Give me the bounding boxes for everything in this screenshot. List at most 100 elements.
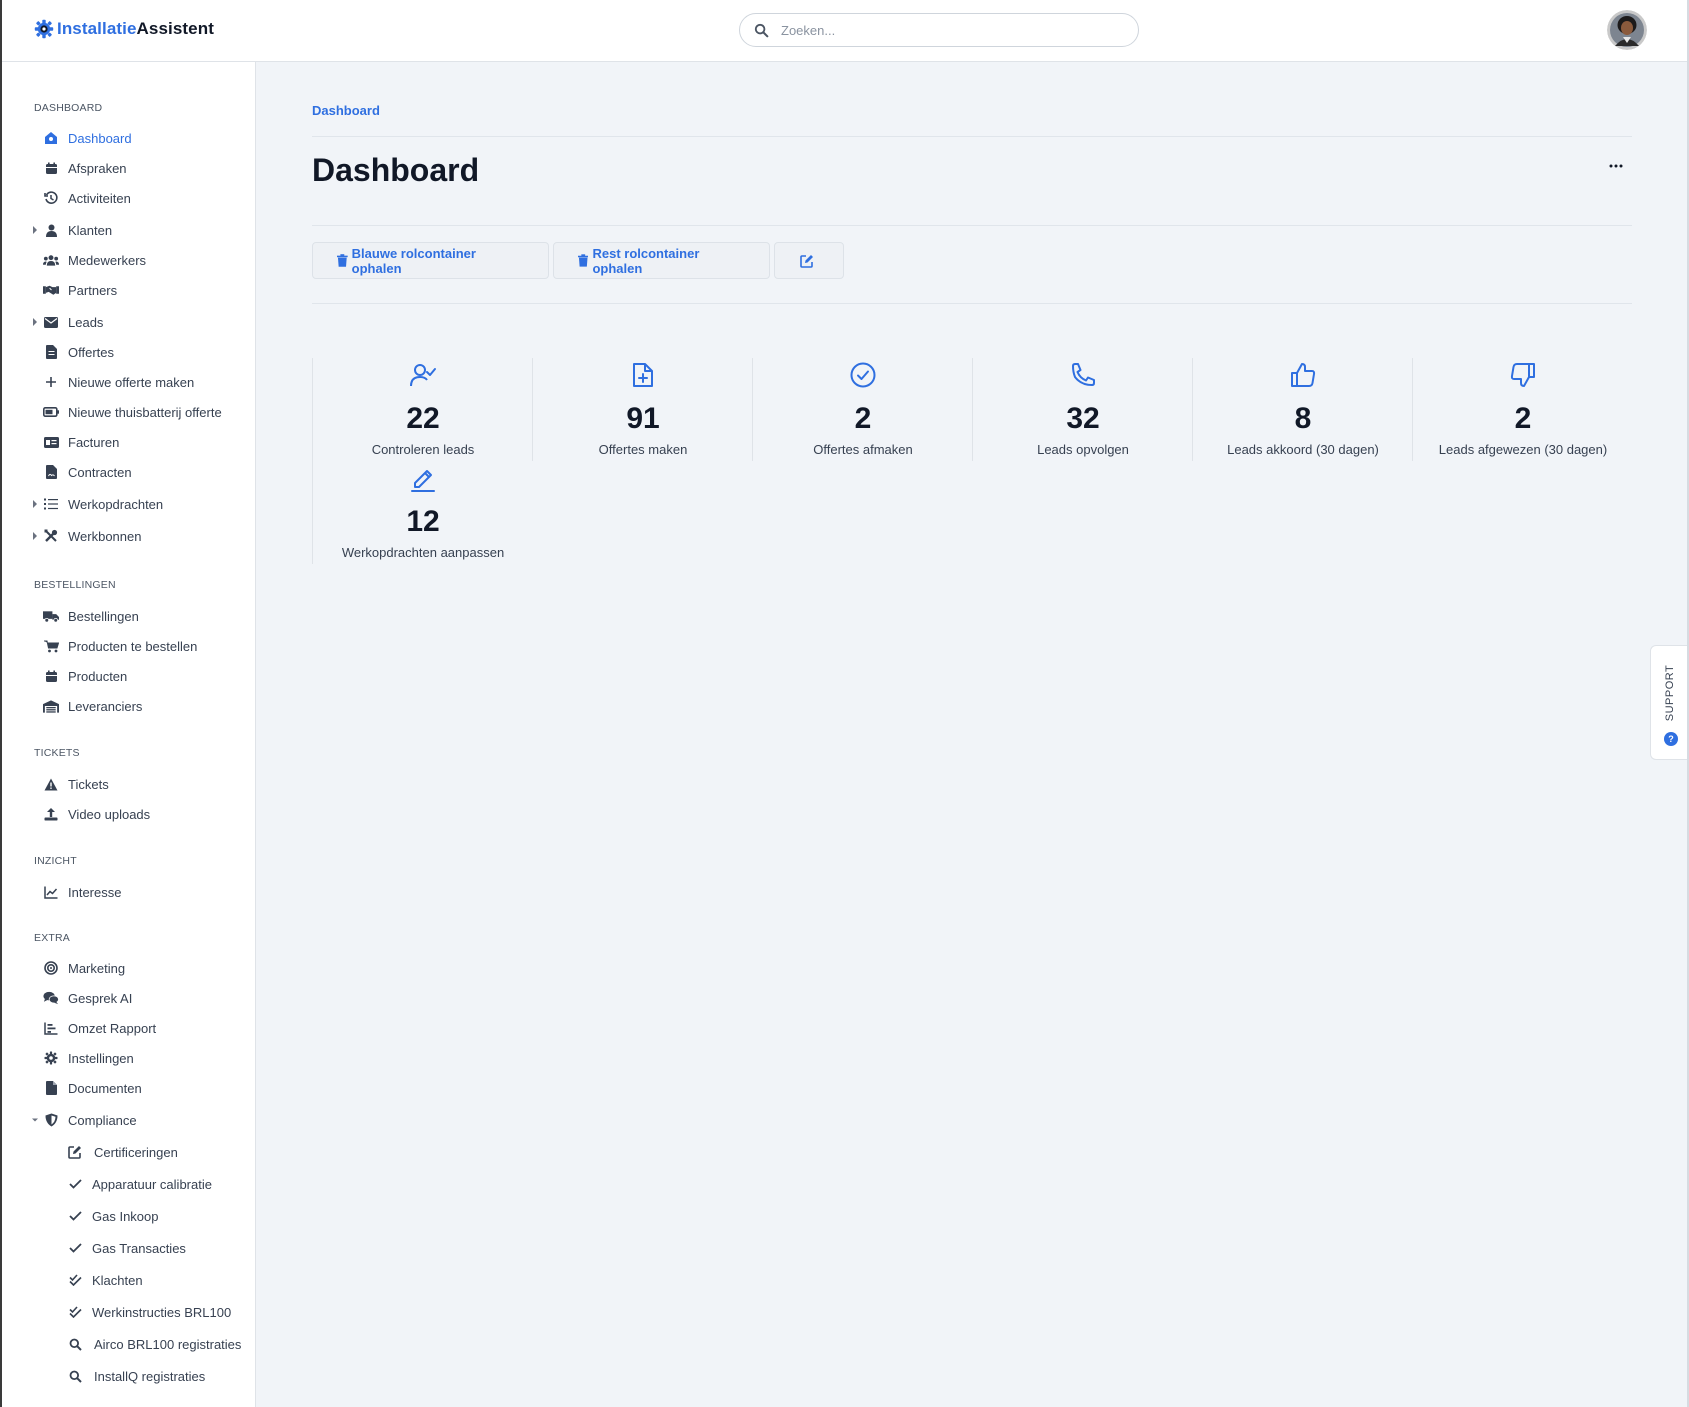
sidebar-item-werkbonnen[interactable]: Werkbonnen	[2, 523, 256, 549]
sidebar-item-werkinstructies[interactable]: Werkinstructies BRL100	[2, 1299, 256, 1325]
sidebar-item-label: Producten te bestellen	[68, 638, 198, 654]
stat-label: Controleren leads	[371, 442, 475, 457]
section-title-inzicht: INZICHT	[34, 855, 77, 867]
plus-icon	[43, 374, 59, 390]
sidebar-item-label: Partners	[68, 282, 118, 298]
sidebar-item-bestellingen[interactable]: Bestellingen	[2, 603, 256, 629]
stat-value: 91	[626, 402, 660, 435]
history-icon	[43, 190, 59, 206]
stat-card[interactable]: 12 Werkopdrachten aanpassen	[312, 461, 532, 564]
sidebar-item-medewerkers[interactable]: Medewerkers	[2, 247, 256, 273]
sidebar-item-producten-te-bestellen[interactable]: Producten te bestellen	[2, 633, 256, 659]
blauwe-rolcontainer-button[interactable]: Blauwe rolcontainer ophalen	[312, 242, 549, 279]
sidebar-item-label: Airco BRL100 registraties	[94, 1336, 242, 1352]
page-title: Dashboard	[312, 152, 480, 188]
stat-label: Werkopdrachten aanpassen	[341, 545, 505, 560]
check-icon	[67, 1176, 83, 1192]
divider	[312, 225, 1632, 226]
sidebar-item-afspraken[interactable]: Afspraken	[2, 155, 256, 181]
sidebar-item-label: Marketing	[68, 960, 126, 976]
sidebar-item-werkopdrachten[interactable]: Werkopdrachten	[2, 491, 256, 517]
sidebar-item-klanten[interactable]: Klanten	[2, 217, 256, 243]
rest-rolcontainer-button[interactable]: Rest rolcontainer ophalen	[553, 242, 770, 279]
stat-label: Leads afgewezen (30 dagen)	[1438, 442, 1608, 457]
sidebar-item-dashboard[interactable]: Dashboard	[2, 125, 256, 151]
file-plus-icon	[632, 363, 653, 387]
sidebar-item-label: Medewerkers	[68, 252, 147, 268]
sidebar-item-facturen[interactable]: Facturen	[2, 429, 256, 455]
stat-card[interactable]: 2 Leads afgewezen (30 dagen)	[1412, 358, 1632, 461]
caret-down-icon	[32, 1118, 38, 1122]
divider	[312, 303, 1632, 304]
warning-icon	[43, 776, 59, 792]
sidebar-item-gas-inkoop[interactable]: Gas Inkoop	[2, 1203, 256, 1229]
sidebar-item-interesse[interactable]: Interesse	[2, 879, 256, 905]
check-icon	[67, 1208, 83, 1224]
sidebar-item-documenten[interactable]: Documenten	[2, 1075, 256, 1101]
sidebar-item-label: Nieuwe thuisbatterij offerte	[68, 404, 222, 420]
sidebar-item-video-uploads[interactable]: Video uploads	[2, 801, 256, 827]
search-bar[interactable]	[739, 13, 1139, 47]
sidebar-item-leveranciers[interactable]: Leveranciers	[2, 693, 256, 719]
sidebar-item-label: Compliance	[68, 1112, 137, 1128]
battery-icon	[43, 404, 59, 420]
sidebar-nav: DASHBOARD Dashboard Afspraken Activiteit…	[2, 62, 256, 1407]
sidebar-item-gesprek-ai[interactable]: Gesprek AI	[2, 985, 256, 1011]
sidebar-item-activiteiten[interactable]: Activiteiten	[2, 185, 256, 211]
support-label: SUPPORT	[1664, 664, 1677, 722]
question-icon: ?	[1664, 732, 1678, 746]
stat-value: 8	[1294, 402, 1312, 435]
truck-icon	[43, 608, 59, 624]
support-tab[interactable]: SUPPORT ?	[1650, 645, 1689, 760]
users-icon	[43, 252, 59, 268]
edit-button[interactable]	[774, 242, 844, 279]
sidebar-item-airco[interactable]: Airco BRL100 registraties	[2, 1331, 256, 1357]
stat-card[interactable]: 8 Leads akkoord (30 dagen)	[1192, 358, 1412, 461]
more-options-button[interactable]	[1602, 154, 1630, 178]
sidebar-item-label: Nieuwe offerte maken	[68, 374, 195, 390]
sidebar-item-offertes[interactable]: Offertes	[2, 339, 256, 365]
sidebar-item-installq[interactable]: InstallQ registraties	[2, 1363, 256, 1389]
sidebar-item-certificeringen[interactable]: Certificeringen	[2, 1139, 256, 1165]
thumbs-down-icon	[1510, 363, 1535, 387]
sidebar-item-instellingen[interactable]: Instellingen	[2, 1045, 256, 1071]
sidebar-item-omzet-rapport[interactable]: Omzet Rapport	[2, 1015, 256, 1041]
sidebar-item-label: Interesse	[68, 884, 122, 900]
sidebar-item-tickets[interactable]: Tickets	[2, 771, 256, 797]
sidebar-item-partners[interactable]: Partners	[2, 277, 256, 303]
caret-right-icon	[33, 500, 37, 508]
breadcrumb[interactable]: Dashboard	[312, 103, 380, 118]
file-contract-icon	[43, 464, 59, 480]
stat-card[interactable]: 32 Leads opvolgen	[972, 358, 1192, 461]
sidebar-item-marketing[interactable]: Marketing	[2, 955, 256, 981]
sidebar-item-contracten[interactable]: Contracten	[2, 459, 256, 485]
sidebar-item-nieuwe-thuisbatterij[interactable]: Nieuwe thuisbatterij offerte	[2, 399, 256, 425]
app-name-part2: Assistent	[136, 19, 214, 38]
stat-card[interactable]: 2 Offertes afmaken	[752, 358, 972, 461]
double-check-icon	[67, 1304, 83, 1320]
stat-card[interactable]: 22 Controleren leads	[312, 358, 532, 461]
sidebar-item-nieuwe-offerte[interactable]: Nieuwe offerte maken	[2, 369, 256, 395]
app-name-part1: Installatie	[57, 19, 137, 38]
line-chart-icon	[43, 884, 59, 900]
app-logo[interactable]: Installatie Assistent	[34, 19, 214, 39]
sidebar-item-label: Omzet Rapport	[68, 1020, 157, 1036]
sidebar-item-producten[interactable]: Producten	[2, 663, 256, 689]
trash-icon	[578, 254, 589, 267]
sidebar-item-gas-transacties[interactable]: Gas Transacties	[2, 1235, 256, 1261]
sidebar-item-leads[interactable]: Leads	[2, 309, 256, 335]
box-icon	[43, 668, 59, 684]
sidebar-item-label: Gas Transacties	[92, 1240, 186, 1256]
sidebar-item-klachten[interactable]: Klachten	[2, 1267, 256, 1293]
section-title-extra: EXTRA	[34, 932, 71, 944]
user-avatar[interactable]	[1607, 10, 1647, 50]
gear-logo-icon	[34, 19, 54, 39]
sidebar-item-label: Certificeringen	[94, 1144, 178, 1160]
stat-card[interactable]: 91 Offertes maken	[532, 358, 752, 461]
sidebar-item-compliance[interactable]: Compliance	[2, 1107, 256, 1133]
sidebar-item-label: Contracten	[68, 464, 132, 480]
search-input[interactable]	[781, 22, 1111, 38]
sidebar-item-label: Gesprek AI	[68, 990, 133, 1006]
sidebar-item-apparatuur-calibratie[interactable]: Apparatuur calibratie	[2, 1171, 256, 1197]
caret-right-icon	[33, 226, 37, 234]
